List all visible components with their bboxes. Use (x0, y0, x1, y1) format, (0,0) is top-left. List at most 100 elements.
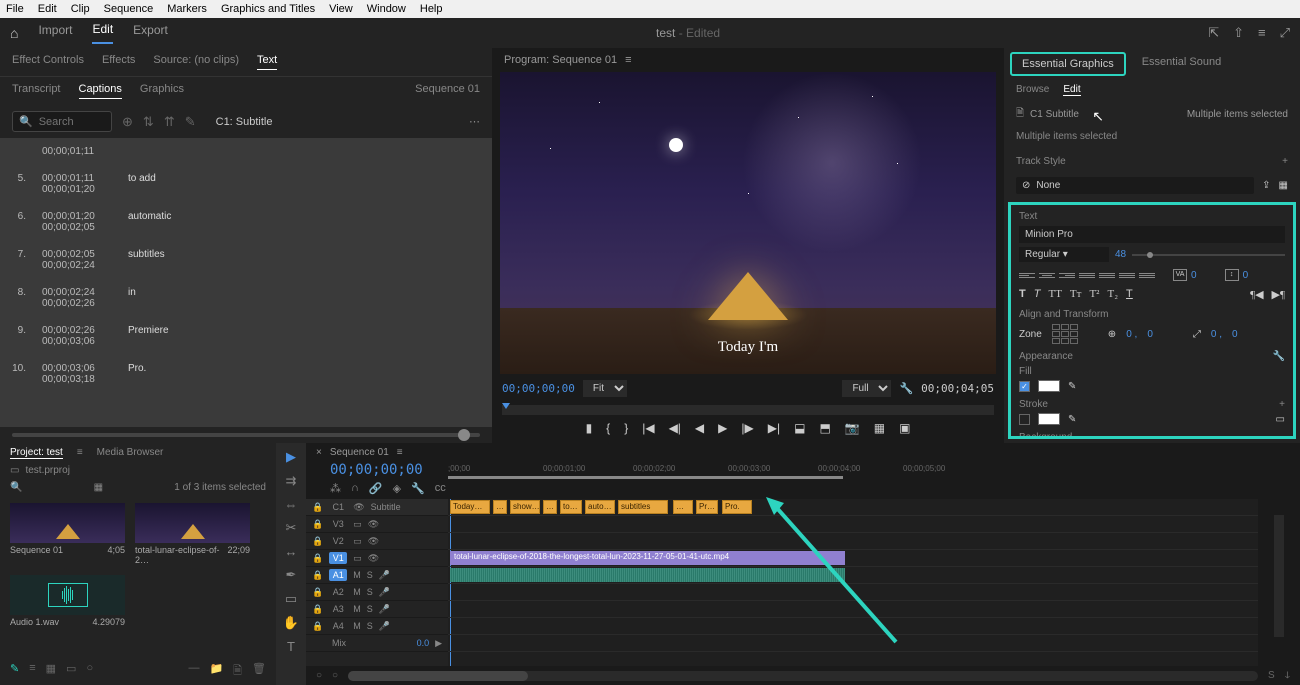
workspace-import[interactable]: Import (38, 23, 72, 43)
quick-export-icon[interactable]: ⇱ (1208, 25, 1219, 41)
italic-icon[interactable]: T (1034, 288, 1041, 301)
caption-row[interactable]: 8.00;00;02;2400;00;02;26in (0, 279, 492, 317)
style-grid-icon[interactable]: ▦ (1279, 180, 1288, 191)
caption-row[interactable]: 9.00;00;02;2600;00;03;06Premiere (0, 317, 492, 355)
caption-row[interactable]: 5.00;00;01;1100;00;01;20to add (0, 165, 492, 203)
caption-row[interactable]: 10.00;00;03;0600;00;03;18Pro. (0, 355, 492, 393)
workspace-icon[interactable]: ≡ (1258, 25, 1266, 41)
menu-help[interactable]: Help (420, 3, 443, 15)
share-icon[interactable]: ⇧ (1233, 25, 1244, 41)
project-item[interactable]: total-lunar-eclipse-of-2…22;09 (135, 503, 250, 565)
audio-clip[interactable] (450, 568, 845, 582)
ripple-tool-icon[interactable]: ⇔ (285, 497, 298, 512)
menu-graphics-and-titles[interactable]: Graphics and Titles (221, 3, 315, 15)
tab-browse[interactable]: Browse (1016, 84, 1049, 96)
timeline-ruler[interactable]: ;00;0000;00;01;0000;00;02;0000;00;03;000… (448, 462, 1300, 479)
caption-clip[interactable]: Today… (450, 500, 490, 514)
track-lane-a2[interactable] (448, 584, 1258, 601)
project-view-icon[interactable]: ▦ (94, 482, 103, 493)
menu-sequence[interactable]: Sequence (104, 3, 154, 15)
project-search-icon[interactable]: 🔍 (10, 482, 22, 493)
underline-icon[interactable]: T (1126, 288, 1133, 301)
fill-eyedropper-icon[interactable]: ✎ (1068, 381, 1076, 392)
align-justify-last-left-icon[interactable] (1099, 268, 1115, 282)
tab-text[interactable]: Text (257, 54, 277, 70)
zoom-select[interactable]: Fit (583, 380, 627, 397)
caption-clip[interactable]: auto… (585, 500, 615, 514)
track-lane-a1[interactable] (448, 567, 1258, 584)
track-style-select[interactable]: ⊘None (1016, 177, 1254, 194)
fill-checkbox[interactable] (1019, 381, 1030, 392)
caption-clip[interactable]: … (493, 500, 507, 514)
caption-clip[interactable]: to… (560, 500, 582, 514)
new-bin-icon[interactable]: 📁 (209, 662, 223, 681)
scale-y-value[interactable]: 0 (1232, 329, 1238, 340)
add-stroke-icon[interactable]: + (1279, 399, 1285, 410)
program-viewer[interactable]: Today I'm (500, 72, 996, 374)
pencil-icon[interactable]: ✎ (185, 114, 196, 130)
font-size-slider[interactable] (1132, 254, 1285, 256)
program-tc-left[interactable]: 00;00;00;00 (502, 382, 575, 395)
resolution-select[interactable]: Full (842, 380, 891, 397)
workspace-edit[interactable]: Edit (92, 22, 113, 44)
tab-source[interactable]: Source: (no clips) (153, 54, 239, 70)
freeform-icon[interactable]: ▭ (66, 662, 76, 681)
subscript-icon[interactable]: T₂ (1107, 288, 1118, 301)
snap-icon[interactable]: ⁂ (330, 482, 341, 495)
superscript-icon[interactable]: T² (1089, 288, 1099, 301)
track-lane-a4[interactable] (448, 618, 1258, 635)
camera-icon[interactable]: 📷 (845, 421, 860, 435)
fullscreen-icon[interactable]: ⤢ (1280, 25, 1290, 41)
kerning-value[interactable]: 0 (1243, 270, 1249, 281)
font-select[interactable]: Minion Pro (1019, 226, 1285, 243)
fill-color-swatch[interactable] (1038, 380, 1060, 392)
settings-icon[interactable]: 🔧 (411, 482, 425, 495)
align-justify-last-right-icon[interactable] (1119, 268, 1135, 282)
workspace-export[interactable]: Export (133, 23, 168, 43)
out-icon[interactable]: } (624, 421, 628, 435)
track-lane-v2[interactable] (448, 533, 1258, 550)
stroke-type-icon[interactable]: ▭ (1276, 414, 1285, 425)
caption-clip[interactable]: … (543, 500, 557, 514)
stroke-checkbox[interactable] (1019, 414, 1030, 425)
timeline-tc[interactable]: 00;00;00;00 (330, 462, 424, 478)
track-header-v2[interactable]: 🔒V2▭👁 (306, 533, 448, 550)
marker-icon[interactable]: ▮ (586, 421, 593, 435)
caption-zoom-slider[interactable] (0, 427, 492, 443)
smallcaps-icon[interactable]: Tᴛ (1070, 288, 1082, 301)
track-header-a4[interactable]: 🔒A4MS🎤 (306, 618, 448, 635)
caption-row[interactable]: 6.00;00;01;2000;00;02;05automatic (0, 203, 492, 241)
play-icon[interactable]: ▶ (718, 421, 727, 435)
caption-clip[interactable]: show… (510, 500, 540, 514)
merge-icon[interactable]: ⇈ (164, 114, 175, 130)
goto-in-icon[interactable]: |◀ (642, 421, 654, 435)
track-lane-a3[interactable] (448, 601, 1258, 618)
tab-essential-sound[interactable]: Essential Sound (1132, 52, 1232, 76)
more-icon[interactable]: ⋯ (469, 115, 480, 128)
track-header-v1[interactable]: 🔒V1▭👁 (306, 550, 448, 567)
tracking-value[interactable]: 0 (1191, 270, 1197, 281)
pencil-icon[interactable]: ✎ (10, 662, 19, 681)
timeline-sequence-name[interactable]: Sequence 01 (330, 447, 389, 458)
tracking-icon[interactable]: VA (1173, 269, 1187, 281)
tab-edit[interactable]: Edit (1063, 84, 1080, 96)
new-item-icon[interactable]: 🗎 (233, 662, 242, 681)
caption-clip[interactable]: Pro. (722, 500, 752, 514)
tab-media-browser[interactable]: Media Browser (97, 447, 164, 459)
rtl-icon[interactable]: ▶¶ (1272, 288, 1285, 301)
linked-icon[interactable]: 🔗 (369, 482, 383, 495)
font-size-value[interactable]: 48 (1115, 249, 1126, 260)
menu-markers[interactable]: Markers (167, 3, 207, 15)
play-back-icon[interactable]: ◀ (695, 421, 704, 435)
project-item[interactable]: Sequence 014;05 (10, 503, 125, 565)
appearance-wrench-icon[interactable]: 🔧 (1273, 351, 1285, 362)
pos-y-value[interactable]: 0 (1147, 329, 1153, 340)
caption-clip[interactable]: subtitles (618, 500, 668, 514)
stroke-eyedropper-icon[interactable]: ✎ (1068, 414, 1076, 425)
menu-edit[interactable]: Edit (38, 3, 57, 15)
caption-clip[interactable]: Pr… (696, 500, 718, 514)
bold-icon[interactable]: T (1019, 288, 1026, 301)
in-icon[interactable]: { (606, 421, 610, 435)
step-back-icon[interactable]: ◀| (669, 421, 681, 435)
type-tool-icon[interactable]: T (287, 639, 295, 654)
